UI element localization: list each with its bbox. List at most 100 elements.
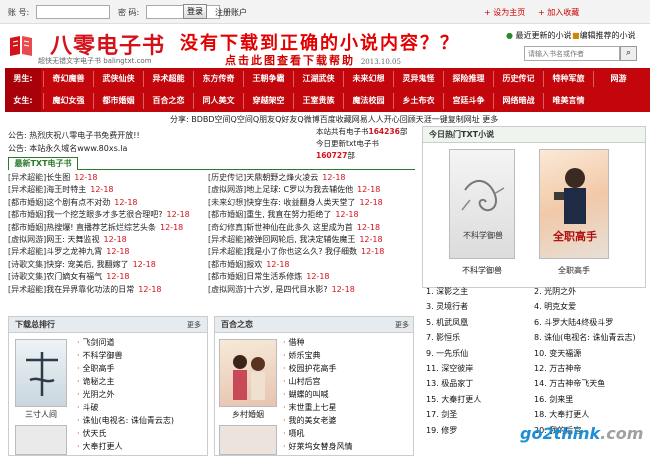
latest-row[interactable]: [异术超能]斗罗之龙神九霄 12-18 [8, 246, 204, 258]
yuri-more[interactable]: 更多 [395, 320, 409, 330]
hot-rank-item[interactable]: 18. 大奉打更人 [534, 409, 646, 421]
latest-row[interactable]: [都市婚姻]这个剧有点不对劲 12-18 [8, 197, 204, 209]
latest-row-title[interactable]: 网王: 天舞监视 [46, 235, 99, 244]
nav-item-male-9[interactable]: 历史传记 [493, 71, 543, 87]
latest-row-title[interactable]: 十六岁, 是四代目水影? [246, 285, 327, 294]
nav-item-male-1[interactable]: 武侠仙侠 [93, 71, 143, 87]
cover-xiangcun[interactable] [219, 339, 277, 407]
latest-row-category[interactable]: [虚拟网游] [8, 235, 46, 244]
download_rank-item[interactable]: 不科学御兽 [77, 350, 203, 361]
yuri-item[interactable]: 好莱坞女替身风情 [283, 441, 409, 452]
download_rank-item[interactable]: 伏天氏 [77, 428, 203, 439]
latest-row-category[interactable]: [异术超能] [8, 247, 46, 256]
hot-rank-item[interactable]: 17. 剑圣 [426, 409, 530, 421]
cover-quanzhi[interactable]: 全职高手 [539, 149, 609, 259]
download-rank-more[interactable]: 更多 [187, 320, 201, 330]
download_rank-item[interactable]: 诡秘之主 [77, 376, 203, 387]
nav-item-female-7[interactable]: 乡土布衣 [393, 93, 443, 109]
latest-row-title[interactable]: 斩世神仙在此多久 这里成为首 [246, 223, 353, 232]
latest-row-title[interactable]: 我是小了你也这么久? 我仔细数 [246, 247, 357, 256]
latest-row[interactable]: [异术超能]我是小了你也这么久? 我仔细数 12-18 [208, 246, 414, 258]
latest-row[interactable]: [未来幻想]快穿生存: 收益翻身人类天堂了 12-18 [208, 197, 414, 209]
cover-second-yuri[interactable] [219, 425, 277, 455]
nav-item-male-10[interactable]: 特种军旅 [543, 71, 593, 87]
hot-rank-item[interactable]: 2. 光阴之外 [534, 286, 646, 298]
hot-rank-item[interactable]: 14. 万古神帝飞天鱼 [534, 378, 646, 390]
yuri-item[interactable]: 校园护花高手 [283, 363, 409, 374]
download_rank-item[interactable]: 大奉打更人 [77, 441, 203, 452]
hot-rank-item[interactable]: 15. 大秦打更人 [426, 394, 530, 406]
yuri-item[interactable]: 借种 [283, 337, 409, 348]
nav-item-male-4[interactable]: 王朝争霸 [243, 71, 293, 87]
nav-item-female-10[interactable]: 唯美言情 [543, 93, 593, 109]
login-button[interactable]: 登录 [183, 4, 207, 19]
latest-row[interactable]: [历史传记]天鼎朝野之烽火凌云 12-18 [208, 172, 414, 184]
latest-row[interactable]: [都市婚姻]热搜爆! 直播荐艺拆烂综艺头条 12-18 [8, 222, 204, 234]
nav-item-male-5[interactable]: 江湖武侠 [293, 71, 343, 87]
latest-row-title[interactable]: 被弹回网轮后, 我决定辅佐魔王 [246, 235, 355, 244]
download_rank-item[interactable]: 斗破 [77, 402, 203, 413]
latest-row[interactable]: [虚拟网游]网王: 天舞监视 12-18 [8, 234, 204, 246]
latest-row-category[interactable]: [都市婚姻] [208, 210, 246, 219]
recommend-link[interactable]: ■编辑推荐的小说 [572, 30, 636, 41]
nav-item-male-7[interactable]: 灵异鬼怪 [393, 71, 443, 87]
nav-item-female-2[interactable]: 百合之恋 [143, 93, 193, 109]
latest-row-category[interactable]: [异术超能] [8, 185, 46, 194]
hot-rank-item[interactable]: 3. 灵境行者 [426, 301, 530, 313]
hot-rank-item[interactable]: 7. 影恒乐 [426, 332, 530, 344]
latest-row-category[interactable]: [异术超能] [208, 247, 246, 256]
nav-item-male-3[interactable]: 东方传奇 [193, 71, 243, 87]
cover-sancun[interactable] [15, 339, 67, 407]
yuri-item[interactable]: 末世重上七星 [283, 402, 409, 413]
latest-tab[interactable]: 最新TXT电子书 [8, 157, 78, 170]
latest-row-title[interactable]: 日常生活系修炼 [246, 272, 302, 281]
latest-row[interactable]: [虚拟网游]十六岁, 是四代目水影? 12-18 [208, 284, 414, 296]
latest-row-title[interactable]: 重生, 我直在努力拒绝了 [246, 210, 331, 219]
download-help-sub[interactable]: 点击此图查看下载帮助 2013.10.05 [225, 52, 401, 68]
nav-item-female-8[interactable]: 宫廷斗争 [443, 93, 493, 109]
latest-row[interactable]: [诗歌文集]快穿: 宠美后, 我翻嫁了 12-18 [8, 259, 204, 271]
latest-row-title[interactable]: 地上足球: C罗以为我去辅佐他 [246, 185, 353, 194]
latest-update-link[interactable]: ● 最近更新的小说 [506, 30, 572, 41]
yuri-item[interactable]: 娇乐宝典 [283, 350, 409, 361]
nav-item-male-6[interactable]: 未来幻想 [343, 71, 393, 87]
latest-row-category[interactable]: [都市婚姻] [8, 223, 46, 232]
latest-row-title[interactable]: 热搜爆! 直播荐艺拆烂综艺头条 [46, 223, 156, 232]
latest-row-category[interactable]: [都市婚姻] [8, 210, 46, 219]
nav-item-male-11[interactable]: 网游 [593, 71, 643, 87]
yuri-item[interactable]: 嗫吼 [283, 428, 409, 439]
cover-caption-sancun[interactable]: 三寸人间 [11, 409, 71, 420]
latest-row-category[interactable]: [都市婚姻] [8, 198, 46, 207]
latest-row-title[interactable]: 长生图 [46, 173, 70, 182]
share-bar[interactable]: 分享: BDBD空间Q空间Q朋友Q好友Q微博百度收藏网易人人开心回顾天涯一键复制… [170, 114, 498, 125]
hot-rank-item[interactable]: 13. 极品家丁 [426, 378, 530, 390]
account-input[interactable] [36, 5, 110, 19]
latest-row-title[interactable]: 农门嫡女有福气 [46, 272, 102, 281]
latest-row-title[interactable]: 这个剧有点不对劲 [46, 198, 110, 207]
hot-rank-item[interactable]: 1. 深影之主 [426, 286, 530, 298]
yuri-item[interactable]: 我的美女老婆 [283, 415, 409, 426]
notice-2[interactable]: 公告: 本站永久域名www.80xs.la [8, 143, 127, 154]
nav-item-female-9[interactable]: 网络暗战 [493, 93, 543, 109]
hot-rank-item[interactable]: 9. 一先乐仙 [426, 348, 530, 360]
latest-row[interactable]: [异术超能]海王时特主 12-18 [8, 184, 204, 196]
search-input[interactable] [524, 46, 620, 61]
latest-row-category[interactable]: [都市婚姻] [208, 272, 246, 281]
latest-row[interactable]: [都市婚姻]报欢 12-18 [208, 259, 414, 271]
latest-row-title[interactable]: 我一个挖芝眼多才多艺很合理吧? [46, 210, 162, 219]
cover-caption-quanzhi[interactable]: 全职高手 [535, 265, 613, 276]
download_rank-item[interactable]: 诛仙(电视名: 诛仙青云志) [77, 415, 203, 426]
latest-row-category[interactable]: [虚拟网游] [208, 285, 246, 294]
add-favorite-link[interactable]: + 加入收藏 [538, 7, 579, 18]
latest-row[interactable]: [异术超能]被弹回网轮后, 我决定辅佐魔王 12-18 [208, 234, 414, 246]
latest-row-category[interactable]: [虚拟网游] [208, 185, 246, 194]
nav-item-female-0[interactable]: 魔幻女强 [43, 93, 93, 109]
latest-row-category[interactable]: [都市婚姻] [208, 260, 246, 269]
nav-item-male-8[interactable]: 探险推理 [443, 71, 493, 87]
nav-item-female-1[interactable]: 都市婚姻 [93, 93, 143, 109]
nav-item-female-3[interactable]: 同人美文 [193, 93, 243, 109]
latest-row-category[interactable]: [未来幻想] [208, 198, 246, 207]
magnifier-icon[interactable]: ⌕ [620, 46, 637, 61]
cover-caption-xiangcun[interactable]: 乡村婚姻 [217, 409, 279, 420]
hot-rank-item[interactable]: 6. 斗罗大陆4终极斗罗 [534, 317, 646, 329]
